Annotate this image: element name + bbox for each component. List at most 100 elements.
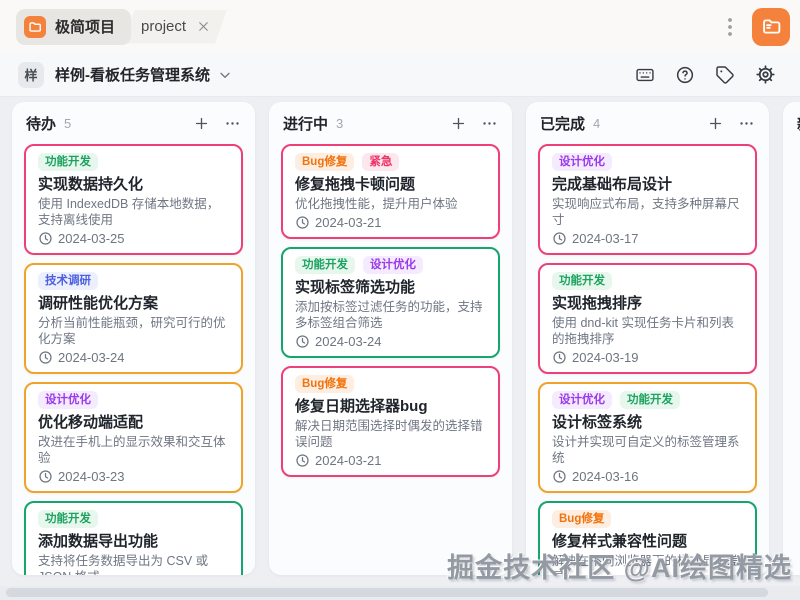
column-title: 待办 xyxy=(26,113,56,134)
tag-row: 技术调研 xyxy=(38,272,229,290)
task-card[interactable]: Bug修复修复日期选择器bug解决日期范围选择时偶发的选择错误问题2024-03… xyxy=(281,366,500,477)
task-card[interactable]: Bug修复修复样式兼容性问题解决在不同浏览器下的样式显示差异2024-03-18 xyxy=(538,501,757,575)
workspace-tab-label: 极简项目 xyxy=(55,16,115,37)
card-title: 修复样式兼容性问题 xyxy=(552,533,743,551)
board-avatar: 样 xyxy=(18,62,44,88)
clock-icon xyxy=(552,350,567,365)
card-title: 完成基础布局设计 xyxy=(552,176,743,194)
card-description: 优化拖拽性能，提升用户体验 xyxy=(295,196,486,212)
card-title: 修复拖拽卡顿问题 xyxy=(295,176,486,194)
card-list: 功能开发实现数据持久化使用 IndexedDB 存储本地数据，支持离线使用202… xyxy=(12,142,255,575)
keyboard-shortcuts-icon[interactable] xyxy=(628,58,662,92)
card-title: 添加数据导出功能 xyxy=(38,533,229,551)
card-list xyxy=(783,142,800,154)
toolbar-icons xyxy=(628,58,782,92)
task-card[interactable]: 技术调研调研性能优化方案分析当前性能瓶颈，研究可行的优化方案2024-03-24 xyxy=(24,263,243,374)
kanban-board: 待办 5 功能开发实现数据持久化使用 IndexedDB 存储本地数据，支持离线使用… xyxy=(0,98,800,586)
scrollbar-thumb[interactable] xyxy=(6,588,768,597)
tab-project[interactable]: project xyxy=(121,10,227,44)
card-title: 实现标签筛选功能 xyxy=(295,279,486,297)
column-header: 新列 xyxy=(783,102,800,142)
card-title: 实现拖拽排序 xyxy=(552,295,743,313)
more-menu-icon[interactable] xyxy=(720,9,740,45)
card-title: 设计标签系统 xyxy=(552,414,743,432)
card-tag: 紧急 xyxy=(362,153,399,171)
kanban-column: 新列 xyxy=(783,102,800,575)
due-date-text: 2024-03-25 xyxy=(58,231,125,246)
task-card[interactable]: 功能开发实现拖拽排序使用 dnd-kit 实现任务卡片和列表的拖拽排序 2024-… xyxy=(538,263,757,374)
task-card[interactable]: 设计优化功能开发设计标签系统设计并实现可自定义的标签管理系统2024-03-16 xyxy=(538,382,757,493)
card-due-date: 2024-03-19 xyxy=(552,349,743,365)
tag-row: 功能开发 xyxy=(552,272,743,290)
due-date-text: 2024-03-21 xyxy=(315,215,382,230)
due-date-text: 2024-03-23 xyxy=(58,469,125,484)
folder-icon xyxy=(24,16,46,38)
card-due-date: 2024-03-24 xyxy=(38,349,229,365)
card-list: Bug修复 紧急修复拖拽卡顿问题优化拖拽性能，提升用户体验 2024-03-21 功能… xyxy=(269,142,512,487)
tag-row: Bug修复 xyxy=(552,510,743,528)
card-tag: 设计优化 xyxy=(552,153,612,171)
folder-icon xyxy=(761,16,782,37)
card-description: 支持将任务数据导出为 CSV 或 JSON 格式 xyxy=(38,553,229,575)
app-window: 极简项目 project 样 样例-看板任务管理系统 xyxy=(0,0,800,600)
help-icon[interactable] xyxy=(668,58,702,92)
add-card-button[interactable] xyxy=(450,115,467,132)
card-tag: 功能开发 xyxy=(295,256,355,274)
tag-row: 功能开发设计优化 xyxy=(295,256,486,274)
card-due-date: 2024-03-16 xyxy=(552,468,743,484)
title-bar: 极简项目 project xyxy=(0,0,800,53)
tag-row: Bug修复 xyxy=(295,375,486,393)
card-description: 分析当前性能瓶颈，研究可行的优化方案 xyxy=(38,315,229,347)
task-card[interactable]: 功能开发添加数据导出功能支持将任务数据导出为 CSV 或 JSON 格式2024… xyxy=(24,501,243,575)
column-menu-button[interactable] xyxy=(738,115,755,132)
card-tag: 功能开发 xyxy=(620,391,680,409)
board-title: 样例-看板任务管理系统 xyxy=(55,64,210,85)
kanban-column: 已完成4设计优化完成基础布局设计实现响应式布局，支持多种屏幕尺寸2024-03-… xyxy=(526,102,769,575)
column-header: 进行中3 xyxy=(269,102,512,142)
column-actions xyxy=(450,115,498,132)
clock-icon xyxy=(38,350,53,365)
task-card[interactable]: Bug修复紧急修复拖拽卡顿问题优化拖拽性能，提升用户体验2024-03-21 xyxy=(281,144,500,239)
column-menu-button[interactable] xyxy=(481,115,498,132)
tag-row: 功能开发 xyxy=(38,153,229,171)
project-tab-label: project xyxy=(141,18,186,35)
clock-icon xyxy=(295,334,310,349)
task-card[interactable]: 功能开发实现数据持久化使用 IndexedDB 存储本地数据，支持离线使用202… xyxy=(24,144,243,255)
column-actions xyxy=(707,115,755,132)
card-description: 使用 dnd-kit 实现任务卡片和列表的拖拽排序 xyxy=(552,315,743,347)
card-description: 使用 IndexedDB 存储本地数据，支持离线使用 xyxy=(38,196,229,228)
task-card[interactable]: 设计优化优化移动端适配改进在手机上的显示效果和交互体验2024-03-23 xyxy=(24,382,243,493)
card-description: 设计并实现可自定义的标签管理系统 xyxy=(552,434,743,466)
column-count: 5 xyxy=(64,116,71,131)
task-card[interactable]: 设计优化完成基础布局设计实现响应式布局，支持多种屏幕尺寸2024-03-17 xyxy=(538,144,757,255)
chevron-down-icon[interactable] xyxy=(217,67,233,83)
card-tag: 设计优化 xyxy=(363,256,423,274)
topbar-actions xyxy=(720,8,790,46)
clock-icon xyxy=(38,231,53,246)
tag-icon[interactable] xyxy=(708,58,742,92)
card-due-date: 2024-03-25 xyxy=(38,230,229,246)
card-tag: 设计优化 xyxy=(552,391,612,409)
due-date-text: 2024-03-21 xyxy=(315,453,382,468)
card-description: 改进在手机上的显示效果和交互体验 xyxy=(38,434,229,466)
column-actions xyxy=(193,115,241,132)
task-card[interactable]: 功能开发设计优化实现标签筛选功能添加按标签过滤任务的功能，支持多标签组合筛选20… xyxy=(281,247,500,358)
tag-row: 设计优化 xyxy=(38,391,229,409)
card-description: 添加按标签过滤任务的功能，支持多标签组合筛选 xyxy=(295,299,486,331)
tag-row: 设计优化功能开发 xyxy=(552,391,743,409)
column-title: 进行中 xyxy=(283,113,328,134)
card-due-date: 2024-03-21 xyxy=(295,214,486,230)
settings-gear-icon[interactable] xyxy=(748,58,782,92)
add-card-button[interactable] xyxy=(707,115,724,132)
card-list: 设计优化完成基础布局设计实现响应式布局，支持多种屏幕尺寸2024-03-17功能… xyxy=(526,142,769,575)
add-card-button[interactable] xyxy=(193,115,210,132)
clock-icon xyxy=(295,453,310,468)
column-header: 待办 5 xyxy=(12,102,255,142)
tab-workspace[interactable]: 极简项目 xyxy=(16,9,131,45)
close-icon[interactable] xyxy=(196,19,211,34)
column-menu-button[interactable] xyxy=(224,115,241,132)
app-folder-button[interactable] xyxy=(752,8,790,46)
due-date-text: 2024-03-24 xyxy=(315,334,382,349)
horizontal-scrollbar xyxy=(0,586,800,600)
card-tag: Bug修复 xyxy=(295,375,354,393)
